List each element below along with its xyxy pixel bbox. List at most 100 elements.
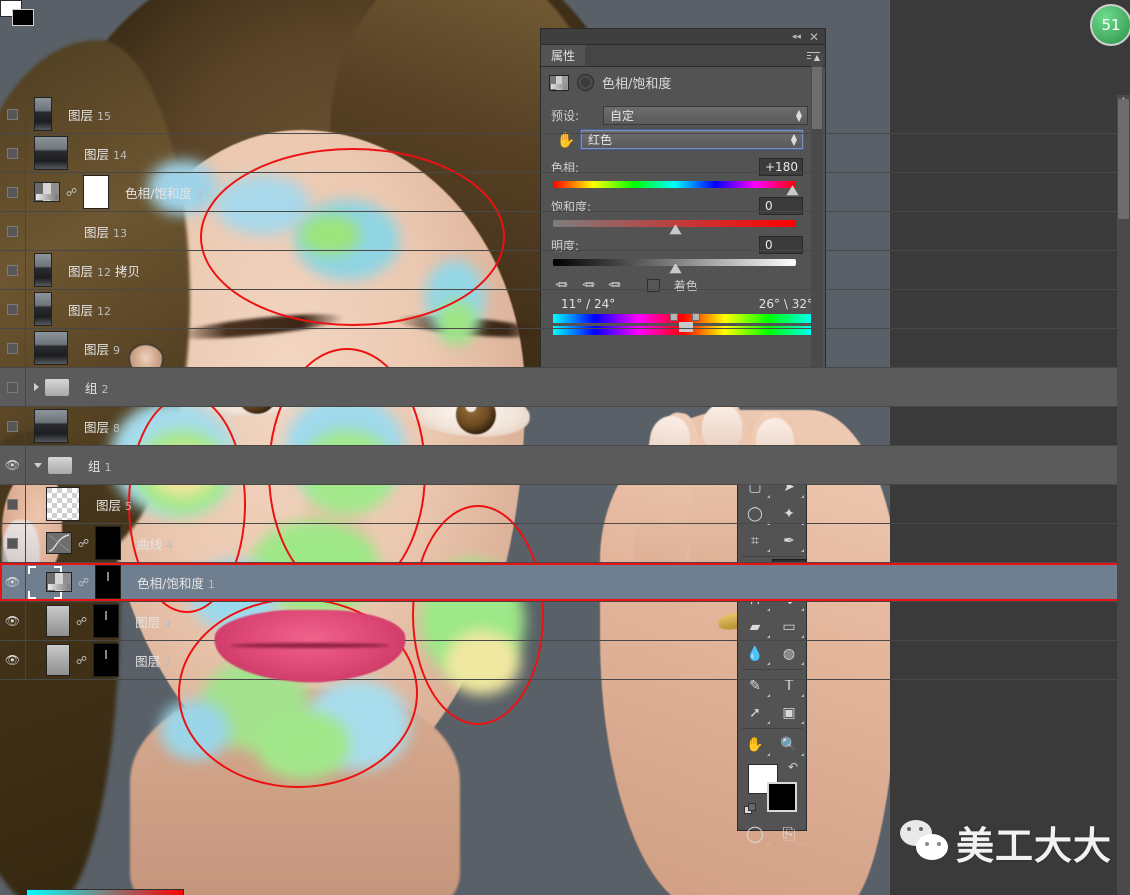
layer-content[interactable]: 图层 14 [26, 136, 1130, 170]
visibility-checkbox[interactable] [7, 498, 18, 510]
layer-row[interactable]: 图层 9 [0, 329, 1130, 368]
layer-visibility-off-checkbox[interactable] [0, 407, 26, 445]
layer-name[interactable]: 图层 8 [74, 417, 120, 436]
layer-thumbnail[interactable] [46, 605, 70, 637]
visibility-checkbox[interactable] [7, 108, 18, 120]
layer-name[interactable]: 曲线 4 [127, 534, 173, 553]
mask-link-icon[interactable]: ☍ [76, 615, 87, 628]
layer-name[interactable]: 色相/饱和度 1 [127, 573, 215, 592]
layer-name[interactable]: 图层 14 [74, 144, 127, 163]
mask-link-icon[interactable]: ☍ [76, 654, 87, 667]
layer-visibility-off-checkbox[interactable] [0, 368, 26, 406]
layer-content[interactable]: 图层 12 [26, 292, 1130, 326]
layer-name[interactable]: 图层 5 [86, 495, 132, 514]
layer-name[interactable]: 组 2 [75, 378, 108, 397]
layer-row[interactable]: 图层 5 [0, 485, 1130, 524]
visibility-checkbox[interactable] [7, 186, 18, 198]
layer-row[interactable]: ☍ 色相/饱和度 3 [0, 173, 1130, 212]
layer-row[interactable]: 图层 13 [0, 212, 1130, 378]
layer-content[interactable]: 图层 5 [26, 487, 1130, 521]
layer-name[interactable]: 色相/饱和度 3 [115, 183, 203, 202]
layer-content[interactable]: 组 2 [26, 378, 1130, 397]
eye-icon[interactable]: 👁 [5, 458, 20, 472]
layer-visibility-off-checkbox[interactable] [0, 212, 26, 250]
layer-row[interactable]: 👁 ☍ 图层 4 [0, 602, 1130, 641]
layer-row[interactable]: 组 2 [0, 368, 1130, 407]
close-icon[interactable]: ✕ [809, 30, 819, 44]
eye-icon[interactable]: 👁 [5, 575, 20, 589]
mask-link-icon[interactable]: ☍ [66, 186, 77, 199]
layer-name[interactable]: 组 1 [78, 456, 111, 475]
layer-thumbnail[interactable] [34, 136, 68, 170]
collapse-icon[interactable]: ◂◂ [792, 32, 801, 42]
visibility-checkbox[interactable] [7, 420, 18, 432]
layer-row[interactable]: 图层 12 拷贝 [0, 251, 1130, 290]
layer-name[interactable]: 图层 4 [125, 612, 171, 631]
layers-scrollbar[interactable]: ▲ [1117, 95, 1130, 895]
scroll-up-arrow[interactable]: ▲ [811, 53, 823, 62]
mask-link-icon[interactable]: ☍ [78, 576, 89, 589]
visibility-checkbox[interactable] [7, 147, 18, 159]
adjustment-thumbnail[interactable] [46, 572, 72, 592]
layer-name[interactable]: 图层 3 [125, 651, 171, 670]
layer-name[interactable]: 图层 15 [58, 105, 111, 124]
layer-row[interactable]: 图层 14 [0, 134, 1130, 173]
layer-content[interactable]: ☍ 曲线 4 [26, 526, 1130, 560]
background-swatch-small[interactable] [12, 9, 34, 26]
color-panel-swatch[interactable] [0, 0, 34, 26]
layer-list[interactable]: 图层 15 图层 14 ☍ 色相/饱和度 3 图层 13 图层 12 拷贝 图层 12 图层 … [0, 95, 1130, 895]
layer-name[interactable]: 图层 12 拷贝 [58, 261, 140, 280]
layer-thumbnail[interactable] [46, 644, 70, 676]
layer-row[interactable]: 图层 8 [0, 407, 1130, 446]
layer-thumbnail[interactable] [34, 331, 68, 365]
chevron-down-icon[interactable] [34, 462, 42, 468]
layer-content[interactable]: 组 1 [26, 456, 1130, 475]
eye-icon[interactable]: 👁 [5, 614, 20, 628]
layer-content[interactable]: ☍ 图层 3 [26, 643, 1130, 677]
layer-mask-thumbnail[interactable] [83, 175, 110, 209]
layers-scroll-thumb[interactable] [1118, 99, 1129, 219]
layer-thumbnail[interactable] [34, 97, 52, 131]
layer-content[interactable]: ☍ 图层 4 [26, 604, 1130, 638]
layer-name[interactable]: 图层 12 [58, 300, 111, 319]
visibility-checkbox[interactable] [7, 537, 18, 549]
layer-name[interactable]: 图层 9 [74, 339, 120, 358]
layer-visibility-on-icon[interactable]: 👁 [0, 641, 26, 679]
visibility-checkbox[interactable] [7, 342, 18, 354]
adjustment-thumbnail[interactable] [34, 182, 60, 202]
layer-content[interactable]: 图层 9 [26, 331, 1130, 365]
visibility-checkbox[interactable] [7, 225, 18, 237]
visibility-checkbox[interactable] [7, 264, 18, 276]
layer-content[interactable]: 图层 12 拷贝 [26, 253, 1130, 287]
tab-properties[interactable]: 属性 [541, 45, 586, 66]
layer-visibility-on-icon[interactable]: 👁 [0, 563, 26, 601]
visibility-checkbox[interactable] [7, 303, 18, 315]
layer-row[interactable]: 👁 ☍ 图层 3 [0, 641, 1130, 680]
layer-thumbnail[interactable] [34, 292, 52, 326]
layer-visibility-off-checkbox[interactable] [0, 329, 26, 367]
layer-visibility-off-checkbox[interactable] [0, 95, 26, 133]
layer-visibility-off-checkbox[interactable] [0, 485, 26, 523]
transparent-thumbnail[interactable] [46, 487, 80, 521]
layer-content[interactable]: 图层 8 [26, 409, 1130, 443]
layer-mask-thumbnail[interactable] [95, 526, 122, 560]
layer-mask-thumbnail[interactable] [95, 565, 122, 599]
layer-row[interactable]: ☍ 曲线 4 [0, 524, 1130, 563]
eye-icon[interactable]: 👁 [5, 653, 20, 667]
layer-row[interactable]: 👁 ☍ 色相/饱和度 1 [0, 563, 1130, 602]
layer-mask-thumbnail[interactable] [93, 643, 120, 677]
layer-row[interactable]: 👁 组 1 [0, 446, 1130, 485]
layer-visibility-off-checkbox[interactable] [0, 134, 26, 172]
layer-visibility-off-checkbox[interactable] [0, 173, 26, 211]
visibility-checkbox[interactable] [7, 381, 18, 393]
layer-visibility-off-checkbox[interactable] [0, 290, 26, 328]
layer-row[interactable]: 图层 15 [0, 95, 1130, 134]
layer-visibility-off-checkbox[interactable] [0, 524, 26, 562]
curves-thumbnail[interactable] [46, 532, 72, 554]
layer-content[interactable]: ☍ 色相/饱和度 1 [26, 565, 1130, 599]
layer-content[interactable]: 图层 15 [26, 97, 1130, 131]
layer-name[interactable]: 图层 13 [74, 222, 127, 241]
properties-tabstrip[interactable]: 属性 [541, 45, 825, 67]
layer-content[interactable]: ☍ 色相/饱和度 3 [26, 175, 1130, 209]
layer-visibility-on-icon[interactable]: 👁 [0, 602, 26, 640]
